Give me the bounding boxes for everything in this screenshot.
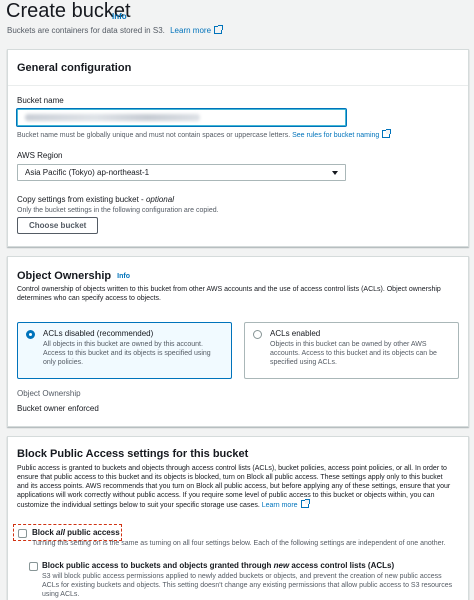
block-all-label-post: public access <box>67 528 120 537</box>
description-line: Public access is granted to buckets and … <box>17 465 447 472</box>
bucket-name-input[interactable] <box>17 109 346 126</box>
object-ownership-field-label: Object Ownership <box>17 389 81 398</box>
description-line: Access to this bucket and its objects is… <box>43 350 211 357</box>
acls-enabled-radio[interactable] <box>253 330 262 339</box>
description-line-text: customize the individual settings below … <box>17 502 260 509</box>
external-link-icon <box>214 25 224 34</box>
block-all-label-em: all <box>56 528 65 537</box>
object-ownership-info-link[interactable]: Info <box>117 273 130 280</box>
title-info-link[interactable]: Info <box>112 12 127 21</box>
object-ownership-description: Control ownership of objects written to … <box>17 285 441 303</box>
aws-region-value: Asia Pacific (Tokyo) ap-northeast-1 <box>25 168 150 177</box>
general-configuration-panel: General configuration Bucket name Bucket… <box>7 49 469 247</box>
external-link-icon <box>300 499 310 508</box>
description-line: ACLs for existing buckets and objects. T… <box>42 582 453 589</box>
learn-more-link[interactable]: Learn more <box>170 26 211 35</box>
description-line: accounts. Access to this bucket and its … <box>270 350 437 357</box>
copy-settings-optional: optional <box>145 195 174 204</box>
block-new-acls-label-pre: Block public access to buckets and objec… <box>42 561 272 570</box>
acls-enabled-tile[interactable]: ACLs enabled Objects in this bucket can … <box>244 322 459 379</box>
description-line: specified using ACLs. <box>270 359 337 366</box>
description-line: All objects in this bucket are owned by … <box>43 341 203 348</box>
object-ownership-title: Object Ownership <box>17 270 112 282</box>
block-new-acls-checkbox[interactable] <box>29 562 38 571</box>
choose-bucket-button[interactable]: Choose bucket <box>17 217 99 234</box>
block-new-acls-label-post: access control lists (ACLs) <box>291 561 395 570</box>
subtitle-text: Buckets are containers for data stored i… <box>7 26 165 35</box>
block-public-access-description: Public access is granted to buckets and … <box>17 464 450 510</box>
acls-enabled-title: ACLs enabled <box>270 329 321 338</box>
block-all-label[interactable]: Block all public access <box>32 528 120 537</box>
acls-disabled-description: All objects in this bucket are owned by … <box>43 340 223 367</box>
page-subtitle: Buckets are containers for data stored i… <box>7 25 224 35</box>
copy-settings-label: Copy settings from existing bucket - opt… <box>17 195 174 204</box>
acls-enabled-description: Objects in this bucket can be owned by o… <box>270 340 450 367</box>
description-line: determines who can specify access to obj… <box>17 295 161 302</box>
aws-region-select[interactable]: Asia Pacific (Tokyo) ap-northeast-1 <box>17 164 346 181</box>
copy-settings-hint: Only the bucket settings in the followin… <box>17 207 219 214</box>
description-line: customize the individual settings below … <box>17 499 450 510</box>
bucket-name-hint: Bucket name must be globally unique and … <box>17 129 392 140</box>
description-line: only policies. <box>43 359 84 366</box>
external-link-icon <box>382 129 392 138</box>
acls-disabled-tile[interactable]: ACLs disabled (recommended) All objects … <box>17 322 232 379</box>
description-line: using ACLs. <box>42 591 80 598</box>
chevron-down-icon <box>332 171 338 175</box>
acls-disabled-radio[interactable] <box>26 330 35 339</box>
object-ownership-field-value: Bucket owner enforced <box>17 404 99 413</box>
bucket-name-label: Bucket name <box>17 96 64 105</box>
block-new-acls-description: S3 will block public access permissions … <box>42 572 452 599</box>
block-all-checkbox[interactable] <box>18 529 27 538</box>
object-ownership-panel: Object Ownership Info Control ownership … <box>7 256 469 427</box>
bucket-name-hint-text: Bucket name must be globally unique and … <box>17 132 291 139</box>
block-all-label-pre: Block <box>32 528 54 537</box>
bucket-name-value-blurred <box>25 114 200 121</box>
learn-more-link[interactable]: Learn more <box>262 502 298 509</box>
general-configuration-header: General configuration <box>8 50 468 86</box>
description-line: applications will work correctly without… <box>17 492 435 499</box>
block-public-access-title: Block Public Access settings for this bu… <box>17 448 249 460</box>
description-line: and its access points. AWS recommends th… <box>17 483 451 490</box>
description-line: ensure that public access to this bucket… <box>17 474 443 481</box>
block-new-acls-label[interactable]: Block public access to buckets and objec… <box>42 561 394 570</box>
general-configuration-title: General configuration <box>17 61 132 74</box>
naming-rules-link[interactable]: See rules for bucket naming <box>292 132 379 139</box>
description-line: Control ownership of objects written to … <box>17 286 441 293</box>
aws-region-label: AWS Region <box>17 151 63 160</box>
description-line: S3 will block public access permissions … <box>42 573 442 580</box>
block-all-description: Turning this setting on is the same as t… <box>32 540 446 547</box>
block-new-acls-label-em: new <box>273 561 290 570</box>
description-line: Objects in this bucket can be owned by o… <box>270 341 427 348</box>
block-public-access-panel: Block Public Access settings for this bu… <box>7 436 469 600</box>
acls-disabled-title: ACLs disabled (recommended) <box>43 329 154 338</box>
copy-settings-label-text: Copy settings from existing bucket - <box>17 195 144 204</box>
